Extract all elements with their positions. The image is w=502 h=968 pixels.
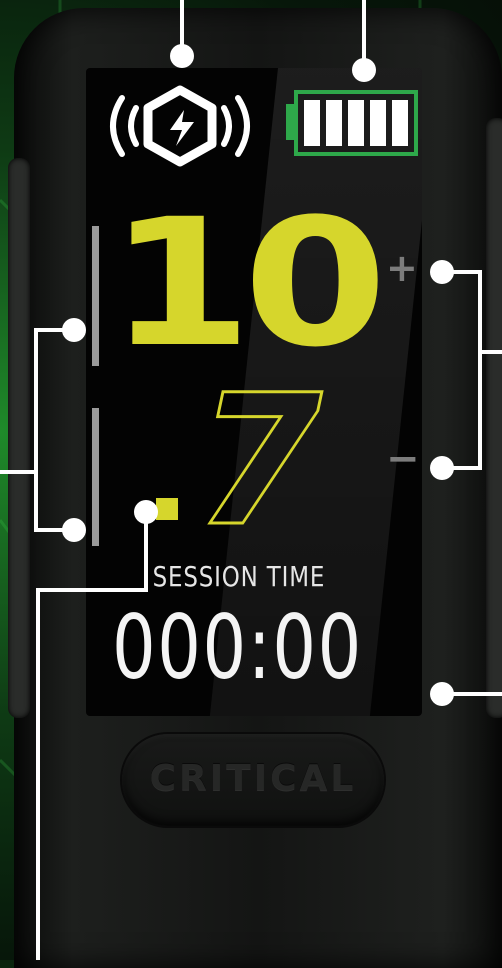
callout-dot-left-bottom <box>62 518 86 542</box>
callout-dot-wireless <box>170 44 194 68</box>
callout-dot-decimal <box>134 500 158 524</box>
callout-lines <box>0 0 502 960</box>
callout-dot-plus <box>430 260 454 284</box>
callout-dot-battery <box>352 58 376 82</box>
callout-dot-left-top <box>62 318 86 342</box>
callout-dot-minus <box>430 456 454 480</box>
callout-dot-timer <box>430 682 454 706</box>
